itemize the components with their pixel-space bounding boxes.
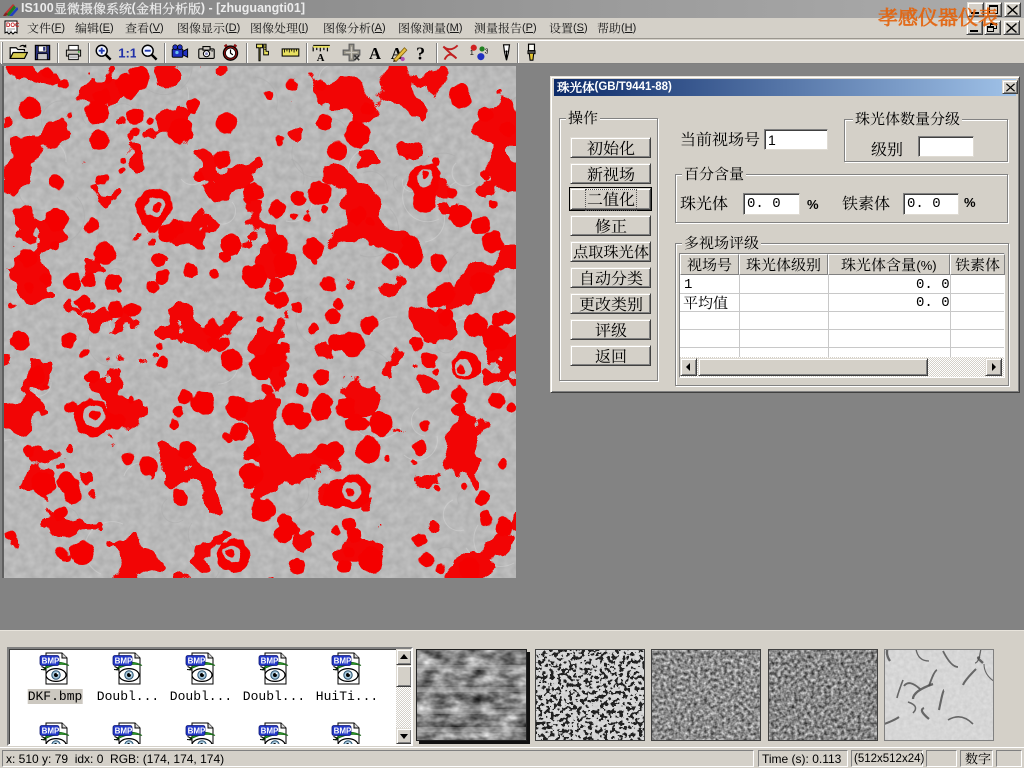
svg-text:BMP: BMP <box>261 727 279 736</box>
svg-text:1: 1 <box>470 48 474 57</box>
svg-text:BMP: BMP <box>42 657 60 666</box>
svg-text:BMP: BMP <box>115 657 133 666</box>
svg-text:BMP: BMP <box>261 657 279 666</box>
svg-text:BMP: BMP <box>42 727 60 736</box>
svg-text:BMP: BMP <box>115 727 133 736</box>
svg-text:3: 3 <box>484 47 488 56</box>
svg-text:1:1: 1:1 <box>118 45 136 60</box>
svg-text:DOC: DOC <box>6 23 20 29</box>
svg-text:BMP: BMP <box>188 657 206 666</box>
svg-text:A: A <box>369 44 381 62</box>
svg-text:BMP: BMP <box>334 727 352 736</box>
svg-text:BMP: BMP <box>334 657 352 666</box>
svg-text:BMP: BMP <box>188 727 206 736</box>
svg-text:A: A <box>317 52 325 62</box>
svg-text:?: ? <box>416 44 425 62</box>
